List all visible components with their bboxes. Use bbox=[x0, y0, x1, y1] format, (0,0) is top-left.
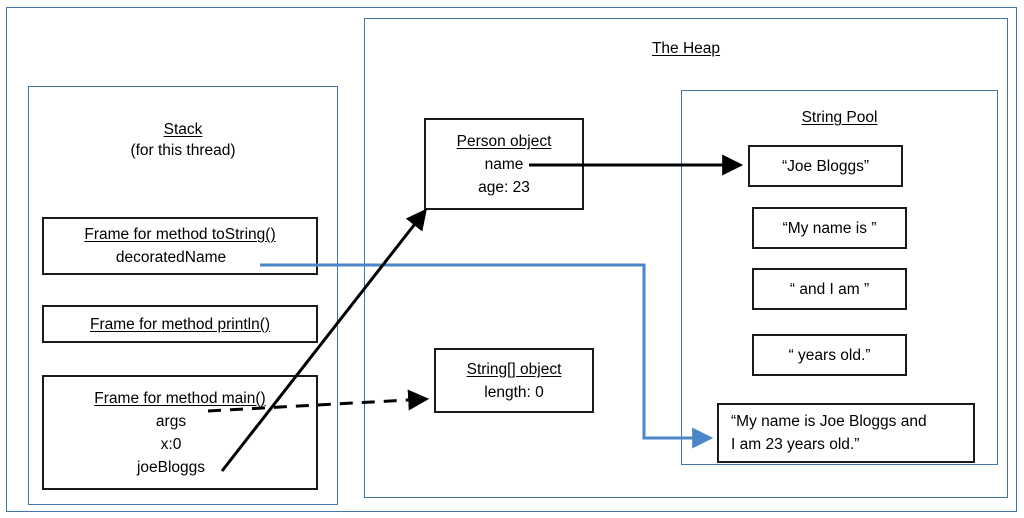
string-literal-text: “ years old.” bbox=[788, 346, 871, 364]
string-array-field-length: length: 0 bbox=[484, 383, 544, 401]
string-pool-entry-joe-bloggs[interactable]: “Joe Bloggs” bbox=[748, 145, 903, 187]
person-field-name: name bbox=[484, 155, 524, 173]
stack-frame-println[interactable]: Frame for method println() bbox=[42, 305, 318, 343]
string-pool-entry-and-i-am[interactable]: “ and I am ” bbox=[752, 268, 907, 310]
stack-frame-tostring[interactable]: Frame for method toString() decoratedNam… bbox=[42, 217, 318, 275]
stack-subtitle: (for this thread) bbox=[130, 142, 236, 159]
concatenated-string-line-2: I am 23 years old.” bbox=[731, 436, 860, 453]
diagram-canvas: The Heap Stack (for this thread) String … bbox=[0, 0, 1024, 518]
stack-variable-joebloggs: joeBloggs bbox=[136, 458, 206, 476]
string-pool-entry-concatenated[interactable]: “My name is Joe Bloggs and I am 23 years… bbox=[717, 403, 975, 463]
person-object-title: Person object bbox=[456, 132, 552, 150]
stack-frame-main[interactable]: Frame for method main() args x:0 joeBlog… bbox=[42, 375, 318, 490]
stack-frame-title: Frame for method toString() bbox=[84, 226, 276, 243]
heap-title: The Heap bbox=[651, 40, 721, 57]
concatenated-string-line-1: “My name is Joe Bloggs and bbox=[731, 413, 927, 430]
string-literal-text: “Joe Bloggs” bbox=[781, 157, 869, 175]
string-array-object-box[interactable]: String[] object length: 0 bbox=[434, 348, 594, 413]
stack-variable-decoratedname: decoratedName bbox=[115, 249, 227, 266]
stack-variable-args: args bbox=[155, 412, 187, 430]
stack-title: Stack (for this thread) bbox=[28, 119, 338, 161]
string-pool-entry-my-name-is[interactable]: “My name is ” bbox=[752, 207, 907, 249]
string-pool-title: String Pool bbox=[801, 109, 878, 126]
string-literal-text: “ and I am ” bbox=[789, 280, 870, 298]
stack-frame-title: Frame for method main() bbox=[94, 389, 266, 407]
stack-variable-x: x:0 bbox=[160, 435, 182, 453]
string-array-object-title: String[] object bbox=[466, 360, 562, 378]
string-literal-text: “My name is ” bbox=[782, 219, 877, 237]
person-field-age: age: 23 bbox=[478, 178, 530, 196]
stack-frame-title: Frame for method println() bbox=[89, 315, 271, 333]
string-pool-entry-years-old[interactable]: “ years old.” bbox=[752, 334, 907, 376]
person-object-box[interactable]: Person object name age: 23 bbox=[424, 118, 584, 210]
